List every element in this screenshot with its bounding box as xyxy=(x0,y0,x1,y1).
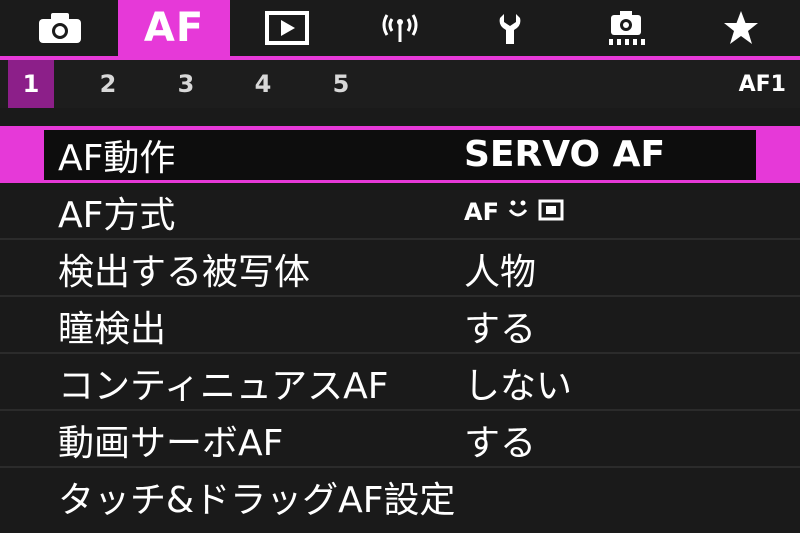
menu-item-label: AF方式 xyxy=(58,194,176,236)
tab-playback[interactable] xyxy=(231,0,343,56)
menu-item-af-operation[interactable]: AF動作 SERVO AF xyxy=(0,126,800,183)
menu-item-label: 検出する被写体 xyxy=(58,251,311,293)
menu-item-subject-detection[interactable]: 検出する被写体 人物 xyxy=(0,240,800,297)
menu-item-value: する xyxy=(464,422,537,464)
tab-custom-functions[interactable] xyxy=(570,0,682,56)
wrench-icon xyxy=(496,10,530,46)
menu-item-af-method[interactable]: AF方式 AF xyxy=(0,183,800,240)
menu-item-touch-drag-af[interactable]: タッチ&ドラッグAF設定 xyxy=(0,468,800,525)
face-tracking-icon xyxy=(505,198,531,226)
menu-item-value: する xyxy=(464,308,537,350)
top-tab-bar: AF xyxy=(0,0,800,56)
tab-shooting[interactable] xyxy=(4,0,116,56)
custom-shoot-icon xyxy=(605,9,647,47)
tracking-frame-icon xyxy=(537,198,565,226)
tab-my-menu[interactable] xyxy=(685,0,797,56)
menu-item-value: SERVO AF xyxy=(464,134,666,175)
tab-af[interactable]: AF xyxy=(118,0,230,56)
sub-tab-bar: 1 2 3 4 5 AF1 xyxy=(0,60,800,108)
menu-item-movie-servo-af[interactable]: 動画サーボAF する xyxy=(0,411,800,468)
subtab-1[interactable]: 1 xyxy=(8,60,54,108)
star-icon xyxy=(722,10,760,46)
tab-wireless[interactable] xyxy=(344,0,456,56)
menu-item-label: AF動作 xyxy=(58,137,176,179)
menu-item-label: 動画サーボAF xyxy=(58,422,284,464)
af-text: AF xyxy=(464,197,499,226)
menu-item-value: しない xyxy=(464,365,573,407)
menu-item-continuous-af[interactable]: コンティニュアスAF しない xyxy=(0,354,800,411)
subtab-3[interactable]: 3 xyxy=(163,60,209,108)
af-method-value: AF xyxy=(464,183,565,240)
page-id: AF1 xyxy=(738,71,786,97)
subtab-4[interactable]: 4 xyxy=(240,60,286,108)
tab-setup[interactable] xyxy=(457,0,569,56)
camera-icon xyxy=(37,11,83,45)
subtab-2[interactable]: 2 xyxy=(85,60,131,108)
wireless-icon xyxy=(379,11,421,45)
menu-item-label: 瞳検出 xyxy=(58,308,167,350)
menu-item-value: 人物 xyxy=(464,251,537,293)
playback-icon xyxy=(265,11,309,45)
menu-item-eye-detection[interactable]: 瞳検出 する xyxy=(0,297,800,354)
menu-item-label: コンティニュアスAF xyxy=(58,365,389,407)
menu-list: AF動作 SERVO AF AF方式 AF 検出する被写体 人物 瞳検出 する … xyxy=(0,126,800,525)
subtab-5[interactable]: 5 xyxy=(318,60,364,108)
menu-item-label: タッチ&ドラッグAF設定 xyxy=(58,479,456,521)
tab-af-label: AF xyxy=(143,5,205,51)
